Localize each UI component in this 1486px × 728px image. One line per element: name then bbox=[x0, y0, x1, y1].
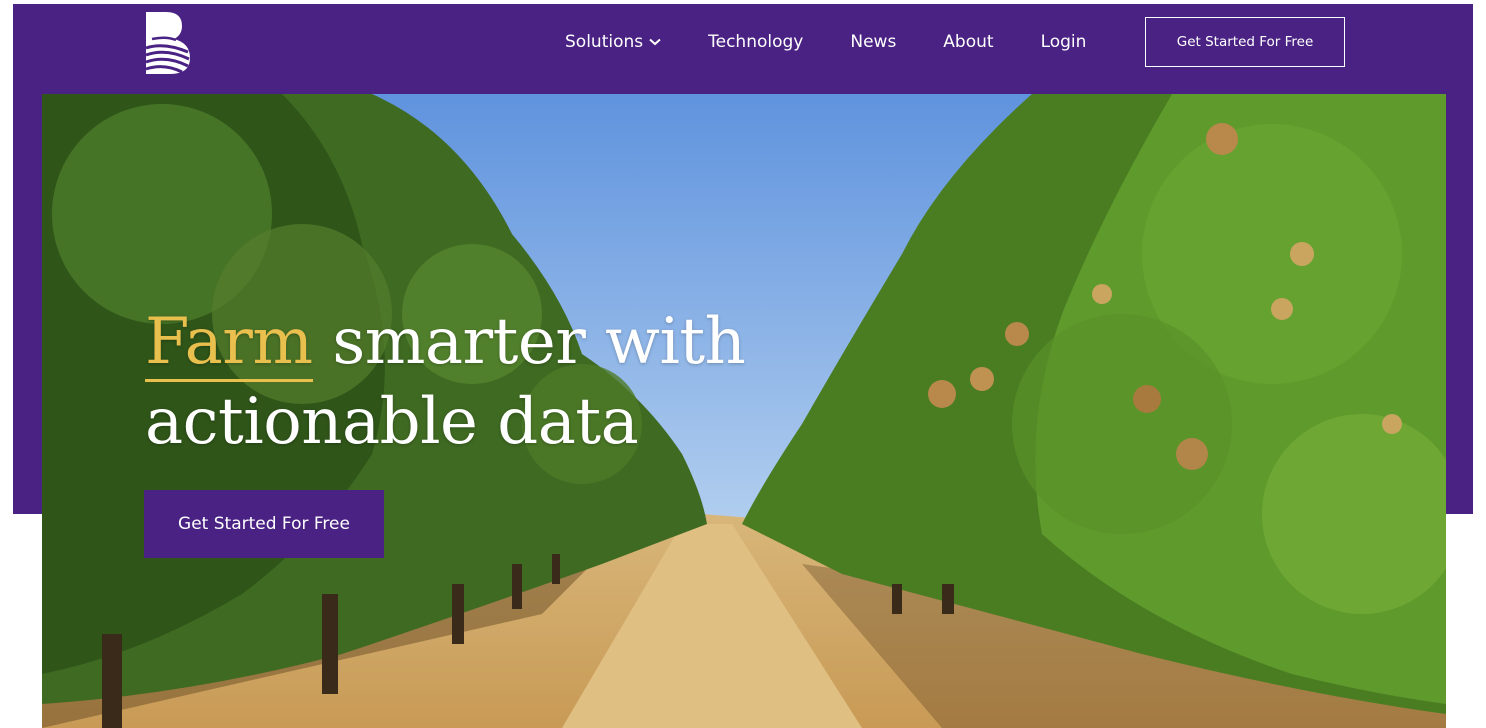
nav-item-about[interactable]: About bbox=[943, 32, 993, 52]
nav-item-technology-label: Technology bbox=[708, 32, 804, 52]
nav-item-news-label: News bbox=[850, 32, 897, 52]
nav-item-technology[interactable]: Technology bbox=[708, 32, 803, 52]
nav-item-login[interactable]: Login bbox=[1041, 32, 1087, 52]
hero-headline: Farm smarter with actionable data bbox=[145, 302, 785, 462]
nav-links: Solutions Technology News About Login bbox=[565, 30, 1133, 54]
brand-logo[interactable] bbox=[144, 8, 194, 78]
brand-b-logo-icon bbox=[145, 12, 190, 74]
hero-headline-accent: Farm bbox=[145, 305, 313, 382]
chevron-down-icon bbox=[649, 38, 661, 46]
top-navigation: Solutions Technology News About Login Ge… bbox=[13, 4, 1473, 94]
nav-item-solutions-label: Solutions bbox=[565, 32, 644, 52]
nav-item-about-label: About bbox=[943, 32, 994, 52]
nav-item-news[interactable]: News bbox=[850, 32, 896, 52]
nav-item-login-label: Login bbox=[1040, 32, 1087, 52]
hero-get-started-button[interactable]: Get Started For Free bbox=[144, 490, 384, 558]
nav-item-solutions[interactable]: Solutions bbox=[565, 32, 661, 52]
nav-get-started-button[interactable]: Get Started For Free bbox=[1145, 17, 1345, 67]
hero-section: Farm smarter with actionable data Get St… bbox=[42, 94, 1446, 728]
